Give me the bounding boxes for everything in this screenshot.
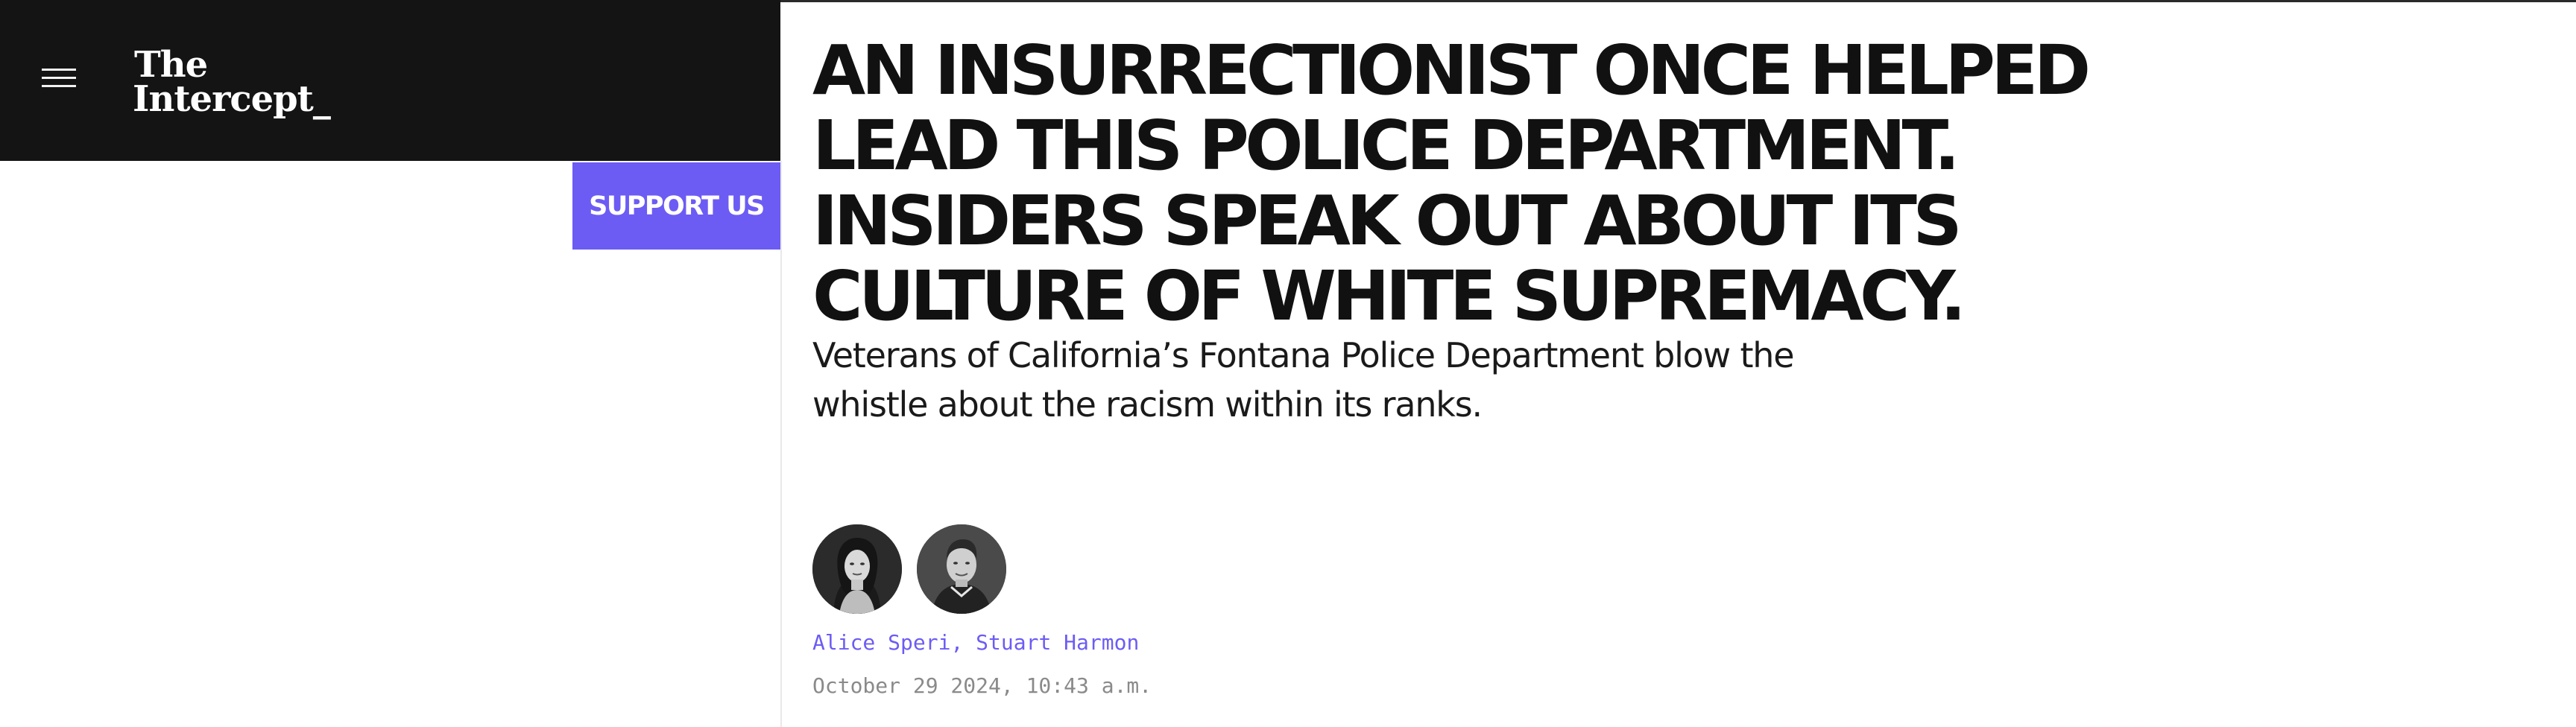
byline-separator: ,: [950, 630, 976, 655]
menu-line: [42, 77, 76, 79]
menu-line: [42, 85, 76, 87]
avatar-portrait-icon: [812, 524, 902, 614]
column-divider: [780, 161, 782, 727]
logo-line-2: Intercept_: [133, 78, 331, 120]
author-avatar-stuart-harmon[interactable]: [917, 524, 1006, 614]
author-link-alice-speri[interactable]: Alice Speri: [812, 630, 950, 655]
article-byline: Alice Speri, Stuart Harmon: [812, 630, 1139, 655]
site-header: The Intercept_: [0, 0, 780, 161]
page: The Intercept_ SUPPORT US AN INSURRECTIO…: [0, 0, 2576, 727]
article-headline: AN INSURRECTIONIST ONCE HELPED LEAD THIS…: [812, 31, 2091, 336]
site-logo[interactable]: The Intercept_: [133, 44, 331, 120]
author-avatars: [812, 524, 1006, 614]
publish-date: October 29 2024, 10:43 a.m.: [812, 673, 1152, 698]
hamburger-menu-icon[interactable]: [42, 69, 76, 88]
logo-line-1: The: [134, 44, 208, 86]
support-us-button[interactable]: SUPPORT US: [572, 162, 780, 250]
avatar-portrait-icon: [917, 524, 1006, 614]
author-link-stuart-harmon[interactable]: Stuart Harmon: [976, 630, 1139, 655]
author-avatar-alice-speri[interactable]: [812, 524, 902, 614]
article-dek: Veterans of California’s Fontana Police …: [812, 335, 1795, 425]
menu-line: [42, 69, 76, 71]
